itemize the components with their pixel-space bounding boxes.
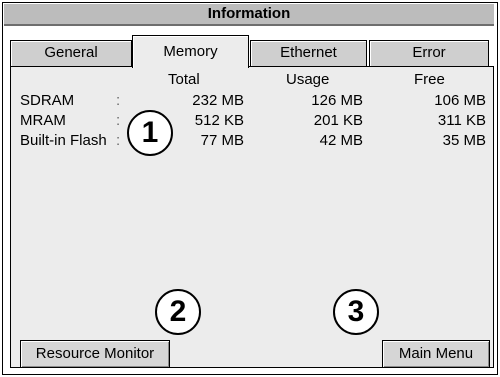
row-separator: :: [116, 92, 121, 109]
callout-number-1: 1: [127, 110, 173, 156]
header-free: Free: [414, 71, 445, 88]
mram-usage: 201 KB: [313, 112, 363, 129]
mram-free: 311 KB: [437, 112, 486, 129]
header-usage: Usage: [286, 71, 330, 88]
row-label-sdram: SDRAM: [20, 92, 75, 109]
tab-bar: General Memory Ethernet Error: [10, 35, 494, 68]
window-title: Information: [4, 4, 494, 26]
callout-number-2: 2: [155, 289, 201, 335]
row-label-mram: MRAM: [20, 112, 66, 129]
row-label-built-in-flash: Built-in Flash: [20, 132, 107, 149]
row-separator: :: [116, 112, 121, 129]
tab-general[interactable]: General: [10, 40, 132, 67]
sdram-usage: 126 MB: [311, 92, 363, 109]
row-separator: :: [116, 132, 121, 149]
tab-error[interactable]: Error: [369, 40, 489, 67]
resource-monitor-button[interactable]: Resource Monitor: [20, 340, 170, 368]
flash-free: 35 MB: [442, 132, 486, 149]
flash-usage: 42 MB: [319, 132, 363, 149]
header-total: Total: [168, 71, 200, 88]
callout-number-3: 3: [333, 289, 379, 335]
tab-ethernet[interactable]: Ethernet: [250, 40, 367, 67]
sdram-free: 106 MB: [434, 92, 486, 109]
tab-memory[interactable]: Memory: [132, 35, 249, 68]
main-menu-button[interactable]: Main Menu: [382, 340, 490, 368]
sdram-total: 232 MB: [192, 92, 244, 109]
